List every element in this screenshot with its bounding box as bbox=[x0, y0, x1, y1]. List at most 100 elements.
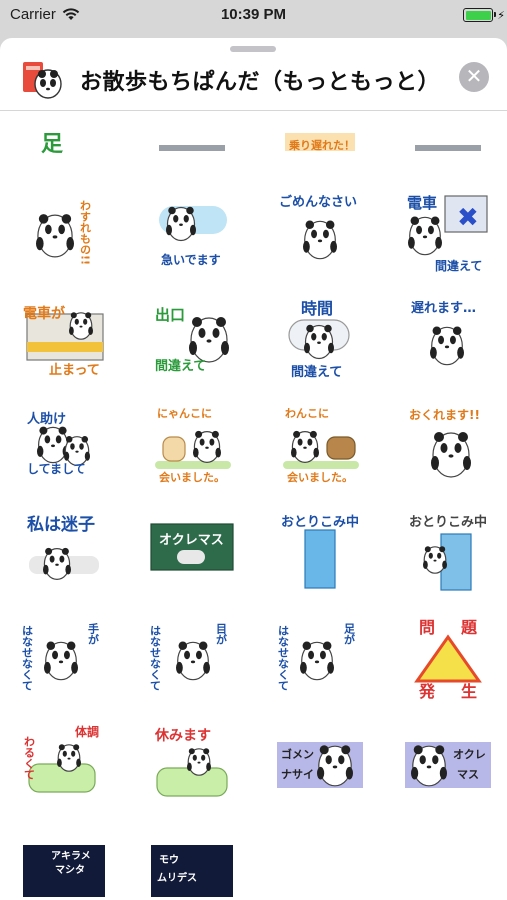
battery-icon bbox=[463, 8, 496, 22]
sticker-image: オクレマス bbox=[150, 523, 234, 571]
sticker-caption: 電車 bbox=[407, 194, 437, 212]
sticker-image: 時間間違えて bbox=[288, 299, 350, 380]
sticker-panda-tired[interactable]: おくれます!! bbox=[405, 401, 491, 487]
sticker-panda-forgot[interactable]: わすれもの!! bbox=[21, 188, 107, 274]
sticker-caption: 急いでます bbox=[161, 252, 221, 267]
sticker-caption: ✖ bbox=[457, 203, 479, 233]
sticker-caption: 間違えて bbox=[291, 364, 342, 380]
sticker-caption: 間違えて bbox=[155, 358, 206, 374]
sticker-panda-hurry[interactable]: 急いでます bbox=[149, 188, 235, 274]
sticker-caption: わんこに bbox=[285, 407, 329, 420]
sticker-caption: 足が bbox=[343, 623, 356, 645]
sticker-panda-dark-cant[interactable]: モウ ムリデス bbox=[149, 829, 235, 900]
sticker-panda-late[interactable]: 遅れます… bbox=[405, 294, 491, 380]
sticker-caption: おとりこみ中 bbox=[409, 514, 487, 530]
sticker-caption: 足 bbox=[41, 132, 63, 157]
sticker-caption: 電車が bbox=[23, 305, 66, 322]
sticker-image: 人助けしてまして bbox=[27, 411, 90, 476]
battery-nub bbox=[493, 12, 496, 17]
sticker-panda-board[interactable]: オクレマス bbox=[149, 508, 235, 594]
sticker-panda-feet[interactable]: はなせなくて 足が bbox=[277, 615, 363, 701]
sticker-caption: アキラメ bbox=[51, 850, 91, 862]
sticker-caption: 体調 bbox=[75, 724, 99, 739]
sticker-caption: 生 bbox=[461, 682, 477, 701]
sticker-caption: オクレ bbox=[453, 748, 486, 761]
sticker-image: 私は迷子 bbox=[27, 514, 99, 580]
sticker-panda-ghost-sorry[interactable]: ゴメン ナサイ bbox=[277, 722, 363, 808]
sticker-image: 乗り遅れた！ bbox=[285, 133, 355, 152]
sticker-caption: わすれもの!! bbox=[79, 200, 92, 265]
sticker-caption: 目が bbox=[215, 623, 228, 645]
sticker-panda-ghost-late[interactable]: オクレ マス bbox=[405, 722, 491, 808]
sticker-panda-door[interactable]: おとりこみ中 bbox=[277, 508, 363, 594]
sticker-caption: 止まって bbox=[49, 362, 100, 378]
close-button[interactable]: ✕ bbox=[459, 62, 489, 92]
sticker-caption: はなせなくて bbox=[149, 625, 162, 691]
sticker-caption: マシタ bbox=[55, 864, 85, 876]
sticker-panda-dark-giveup[interactable]: アキラメ マシタ bbox=[21, 829, 107, 900]
sticker-caption: ごめんなさい bbox=[279, 194, 357, 210]
sticker-image: 電車が止まって bbox=[23, 305, 104, 378]
sticker-caption: 乗り遅れた！ bbox=[289, 138, 355, 152]
sticker-caption: 間違えて bbox=[435, 258, 482, 273]
sticker-partial-gray[interactable] bbox=[149, 111, 235, 157]
sticker-panda-problem[interactable]: 問 題発 生 bbox=[405, 615, 491, 701]
sticker-panda-door-peek[interactable]: おとりこみ中 bbox=[405, 508, 491, 594]
sticker-image: わんこに会いました。 bbox=[283, 407, 359, 484]
sticker-caption: 会いました。 bbox=[287, 470, 353, 484]
sticker-partial-green[interactable]: 足 bbox=[21, 111, 107, 157]
sticker-image: ごめんなさい bbox=[279, 194, 357, 260]
sticker-caption: おくれます!! bbox=[409, 408, 480, 422]
sticker-image: 遅れます… bbox=[411, 301, 476, 366]
charging-icon: ⚡ bbox=[497, 10, 505, 22]
sticker-caption: オクレマス bbox=[159, 533, 224, 548]
sticker-panda-cat[interactable]: にゃんこに 会いました。 bbox=[149, 401, 235, 487]
sticker-caption: ナサイ bbox=[281, 768, 314, 781]
sticker-caption: 私は迷子 bbox=[27, 514, 95, 535]
sticker-partial-orange[interactable]: 乗り遅れた！ bbox=[277, 111, 363, 157]
sticker-image: おとりこみ中 bbox=[409, 514, 487, 591]
sticker-panda-rest[interactable]: 休みます bbox=[149, 722, 235, 808]
close-icon: ✕ bbox=[465, 66, 483, 88]
sticker-grid: 足 乗り遅れた！ わすれもの!! 急いでます ごめんなさい ✖ 電車 間違えて 電… bbox=[0, 111, 507, 900]
sticker-sheet: お散歩もちぱんだ（もっともっと） ✕ 足 乗り遅れた！ わすれもの!! 急いでます… bbox=[0, 38, 507, 900]
sticker-panda-sick[interactable]: 体調わるくて bbox=[21, 722, 107, 808]
sticker-caption: 問 bbox=[419, 618, 435, 637]
sticker-image: にゃんこに会いました。 bbox=[155, 407, 231, 484]
sticker-image: はなせなくて 足が bbox=[277, 623, 356, 691]
sticker-caption: 人助け bbox=[27, 411, 66, 427]
sticker-panda-time[interactable]: 時間 間違えて bbox=[277, 294, 363, 380]
sticker-caption: はなせなくて bbox=[21, 625, 34, 691]
sticker-image: わすれもの!! bbox=[36, 200, 92, 265]
sticker-image: 問 題発 生 bbox=[414, 618, 482, 701]
sticker-caption: マス bbox=[457, 768, 479, 781]
sticker-caption: はなせなくて bbox=[277, 625, 290, 691]
sticker-image: 足 bbox=[41, 132, 63, 157]
sticker-image: アキラメマシタ bbox=[23, 845, 105, 897]
sticker-image: オクレマス bbox=[405, 742, 491, 788]
sticker-panda-train-wrong[interactable]: ✖ 電車間違えて bbox=[405, 188, 491, 274]
sticker-image: おくれます!! bbox=[409, 408, 480, 478]
sticker-image: 休みます bbox=[154, 727, 228, 797]
sticker-caption: わるくて bbox=[23, 736, 36, 780]
sticker-panda-help[interactable]: 人助け してまして bbox=[21, 401, 107, 487]
sticker-image: ✖ 電車間違えて bbox=[407, 194, 488, 273]
sticker-panda-dog[interactable]: わんこに会いました。 bbox=[277, 401, 363, 487]
sticker-panda-sorry[interactable]: ごめんなさい bbox=[277, 188, 363, 274]
sticker-caption: ムリデス bbox=[157, 871, 197, 884]
sticker-panda-hands[interactable]: はなせなくて 手が bbox=[21, 615, 107, 701]
sticker-image: 出口間違えて bbox=[155, 306, 229, 374]
sticker-partial-gray[interactable] bbox=[405, 111, 491, 157]
sticker-caption: おとりこみ中 bbox=[281, 514, 359, 530]
sticker-panda-train-stop[interactable]: 電車が止まって bbox=[21, 294, 107, 380]
sticker-panda-exit[interactable]: 出口 間違えて bbox=[149, 294, 235, 380]
sticker-caption: 休みます bbox=[154, 727, 211, 744]
sticker-caption: 遅れます… bbox=[411, 301, 476, 316]
sticker-panda-lost[interactable]: 私は迷子 bbox=[21, 508, 107, 594]
status-time: 10:39 PM bbox=[220, 6, 287, 23]
sticker-image: ゴメンナサイ bbox=[277, 742, 363, 788]
status-bar: Carrier 10:39 PM ⚡ bbox=[0, 0, 507, 30]
sticker-pack-title: お散歩もちぱんだ（もっともっと） bbox=[80, 69, 441, 94]
sticker-panda-eyes[interactable]: はなせなくて 目が bbox=[149, 615, 235, 701]
sticker-caption: 題 bbox=[461, 618, 478, 637]
